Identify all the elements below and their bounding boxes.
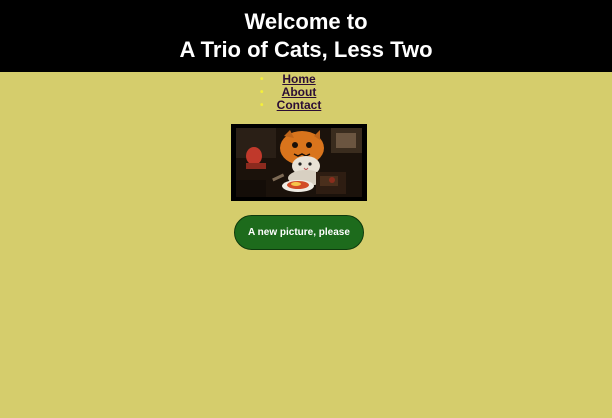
bullet-icon: •: [260, 100, 264, 111]
cat-photo: [236, 128, 362, 197]
bullet-icon: •: [260, 87, 264, 98]
page-title-line-2: A Trio of Cats, Less Two: [179, 37, 433, 62]
page-title-line-1: Welcome to: [244, 9, 368, 34]
main-nav: • Home • About • Contact: [256, 73, 342, 112]
cat-photo-illustration: [236, 128, 362, 197]
site-header: Welcome to A Trio of Cats, Less Two: [0, 0, 612, 72]
nav-item-contact: • Contact: [256, 99, 342, 112]
nav-link-contact[interactable]: Contact: [277, 98, 322, 112]
bullet-icon: •: [260, 74, 264, 85]
cat-photo-frame: [231, 124, 367, 201]
nav-link-about[interactable]: About: [282, 85, 317, 99]
nav-link-home[interactable]: Home: [282, 72, 315, 86]
new-picture-button[interactable]: A new picture, please: [234, 215, 364, 250]
